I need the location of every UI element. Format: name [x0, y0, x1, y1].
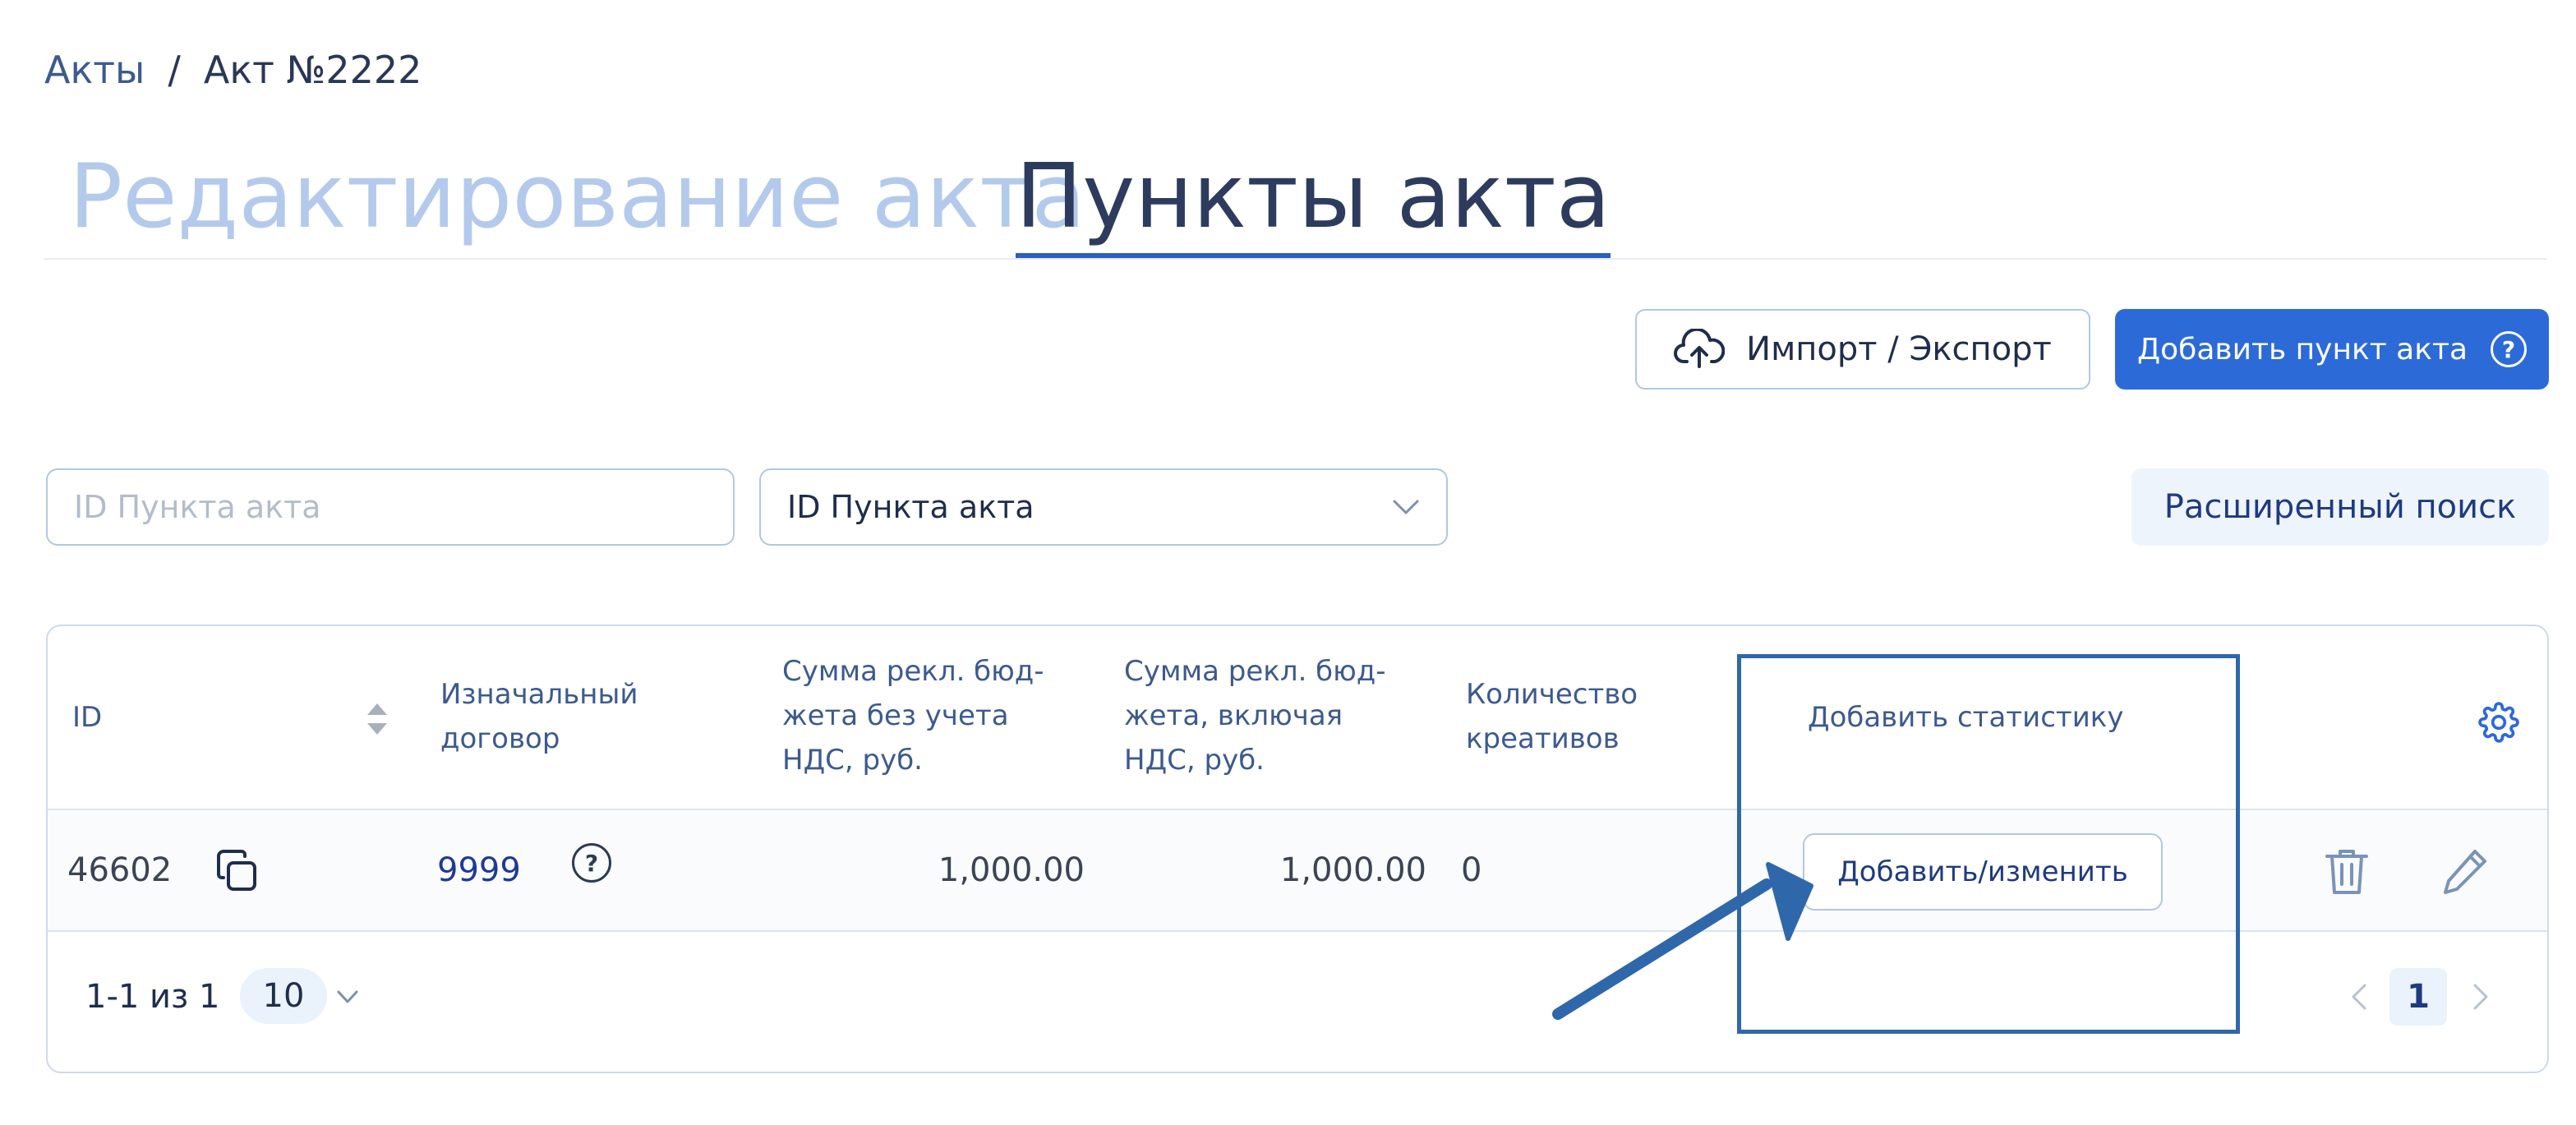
gear-icon[interactable]: [2478, 702, 2519, 743]
trash-icon[interactable]: [2324, 846, 2370, 897]
chevron-left-icon[interactable]: [2348, 983, 2370, 1011]
tab-act-items[interactable]: Пункты акта: [1016, 148, 1611, 258]
import-export-label: Импорт / Экспорт: [1746, 330, 2052, 368]
column-header-sum-vat: Сумма рекл. бюд- жета, включая НДС, руб.: [1124, 655, 1386, 777]
cell-sum-vat: 1,000.00: [1279, 851, 1426, 889]
page-size-select[interactable]: 10: [240, 968, 327, 1024]
help-icon[interactable]: ?: [2491, 331, 2528, 367]
cell-sum-no-vat: 1,000.00: [938, 851, 1085, 889]
column-header-id[interactable]: ID: [72, 695, 102, 740]
cloud-upload-icon: [1674, 329, 1726, 368]
breadcrumb-separator: /: [168, 48, 181, 92]
page-tabs: Редактирование акта Пункты акта: [44, 148, 2547, 260]
cell-id: 46602: [67, 851, 173, 889]
pagination-range: 1-1 из 1: [85, 978, 220, 1016]
help-icon[interactable]: ?: [572, 843, 611, 883]
search-field-select[interactable]: ID Пункта акта: [759, 468, 1448, 546]
item-id-search-input[interactable]: [46, 468, 735, 546]
breadcrumb: Акты / Акт №2222: [44, 48, 422, 92]
copy-icon[interactable]: [212, 846, 263, 897]
sort-icon[interactable]: [365, 700, 389, 738]
annotation-highlight-box: [1737, 654, 2240, 1034]
add-act-item-label: Добавить пункт акта: [2136, 332, 2468, 367]
advanced-search-button[interactable]: Расширенный поиск: [2131, 468, 2549, 546]
chevron-down-icon: [1393, 500, 1419, 514]
column-header-creatives-count: Количество креативов: [1466, 678, 1638, 755]
column-header-sum-no-vat: Сумма рекл. бюд- жета без учета НДС, руб…: [782, 655, 1044, 777]
contract-link[interactable]: 9999: [437, 851, 521, 889]
breadcrumb-acts-link[interactable]: Акты: [44, 48, 145, 92]
pencil-icon[interactable]: [2440, 846, 2490, 896]
cell-creatives-count: 0: [1461, 851, 1482, 889]
add-act-item-button[interactable]: Добавить пункт акта ?: [2115, 309, 2549, 390]
chevron-down-icon[interactable]: [335, 984, 360, 1009]
search-field-select-value: ID Пункта акта: [787, 489, 1035, 525]
pagination-current-page[interactable]: 1: [2389, 968, 2447, 1026]
import-export-button[interactable]: Импорт / Экспорт: [1635, 309, 2090, 390]
breadcrumb-current: Акт №2222: [203, 48, 422, 92]
column-header-contract: Изначальный договор: [440, 678, 638, 755]
chevron-right-icon[interactable]: [2470, 983, 2491, 1011]
tab-edit-act[interactable]: Редактирование акта: [69, 148, 1085, 247]
